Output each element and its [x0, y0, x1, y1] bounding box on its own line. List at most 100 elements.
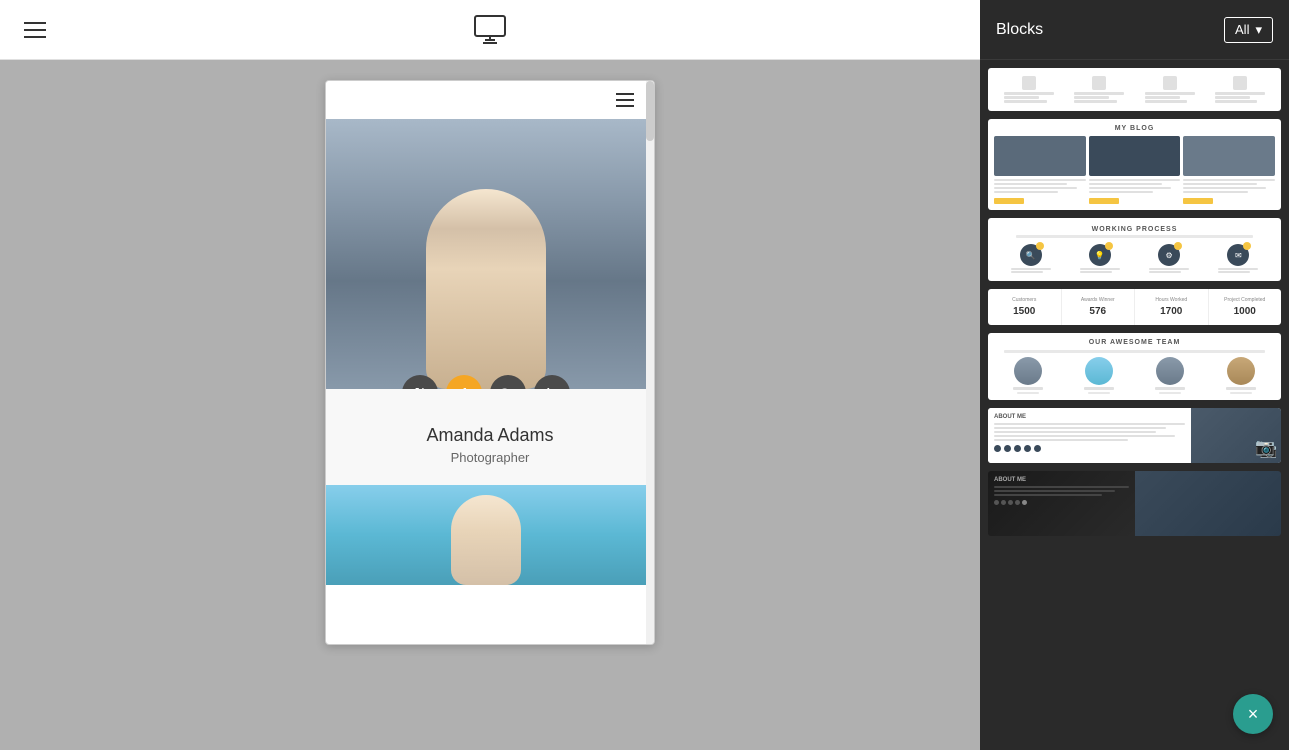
- twitter-icon: 𝕏: [415, 386, 425, 389]
- block-blog[interactable]: MY BLOG: [988, 119, 1281, 210]
- mobile-hamburger-icon: [616, 93, 634, 107]
- about-lines: [994, 423, 1185, 441]
- monitor-icon: [472, 12, 508, 48]
- step-icon: [1092, 76, 1106, 90]
- member-name: [1013, 387, 1043, 390]
- blog-image-2: [1089, 136, 1181, 176]
- step-icon: [1163, 76, 1177, 90]
- process-circle: 💡: [1089, 244, 1111, 266]
- dark-about-title: ABOUT ME: [994, 477, 1129, 483]
- stat-value: 576: [1089, 306, 1106, 317]
- about-social: [994, 445, 1185, 452]
- block-team[interactable]: OUR AWESOME TEAM: [988, 333, 1281, 400]
- process-step-2: 💡: [1080, 244, 1120, 273]
- team-member-4: [1207, 357, 1275, 394]
- filter-label: All: [1235, 22, 1249, 37]
- step-icon: [1022, 76, 1036, 90]
- person-info: Amanda Adams Photographer: [326, 389, 654, 485]
- working-process-title: WORKING PROCESS: [996, 226, 1273, 233]
- chevron-down-icon: ▾: [1255, 22, 1262, 38]
- block-working-process[interactable]: WORKING PROCESS 🔍 💡: [988, 218, 1281, 281]
- linkedin-button[interactable]: in: [534, 375, 570, 389]
- about-title: ABOUT ME: [994, 414, 1185, 420]
- second-person-card: [326, 485, 646, 585]
- mobile-scrollbar-thumb: [646, 81, 654, 141]
- close-icon: ×: [1248, 704, 1259, 725]
- step-icon: [1233, 76, 1247, 90]
- top-bar: [0, 0, 980, 60]
- blog-btn: [994, 198, 1024, 204]
- linkedin-icon: in: [547, 386, 558, 389]
- about-image: 📷: [1191, 408, 1281, 463]
- facebook-button[interactable]: f: [446, 375, 482, 389]
- member-name: [1155, 387, 1185, 390]
- avatar-2: [1085, 357, 1113, 385]
- team-member-3: [1136, 357, 1204, 394]
- process-step-3: ⚙: [1149, 244, 1189, 273]
- blog-label-3: [1183, 179, 1275, 204]
- dark-social-dots: [994, 500, 1129, 505]
- right-panel-header: Blocks All ▾: [980, 0, 1289, 60]
- team-member-2: [1065, 357, 1133, 394]
- process-lines: [1218, 268, 1258, 273]
- step-4: [1215, 76, 1265, 103]
- process-icons: 🔍 💡: [996, 244, 1273, 273]
- dark-about-left: ABOUT ME: [988, 471, 1135, 536]
- social-icons-row: 𝕏 f G+ in: [326, 375, 646, 389]
- step-2: [1074, 76, 1124, 103]
- process-step-4: ✉: [1218, 244, 1258, 273]
- step-lines: [1004, 92, 1054, 103]
- block-stats[interactable]: Customers 1500 Awards Winner 576 Hours W…: [988, 289, 1281, 325]
- member-role: [1159, 392, 1181, 394]
- canvas-area: 𝕏 f G+ in Amanda Adams Photographer: [0, 60, 980, 750]
- blog-btn: [1183, 198, 1213, 204]
- blog-label-2: [1089, 179, 1181, 204]
- person-role: Photographer: [346, 450, 634, 465]
- dark-about-image: [1135, 471, 1282, 536]
- google-icon: G+: [500, 386, 516, 389]
- stat-awards: Awards Winner 576: [1062, 289, 1136, 325]
- stat-value: 1700: [1160, 306, 1182, 317]
- blog-label-1: [994, 179, 1086, 204]
- member-role: [1088, 392, 1110, 394]
- blog-labels: [994, 179, 1275, 204]
- process-circle: 🔍: [1020, 244, 1042, 266]
- block-about-split[interactable]: ABOUT ME 📷: [988, 408, 1281, 463]
- process-lines: [1080, 268, 1120, 273]
- blocks-list: MY BLOG: [980, 60, 1289, 750]
- stat-projects: Project Completed 1000: [1209, 289, 1282, 325]
- google-button[interactable]: G+: [490, 375, 526, 389]
- member-name: [1226, 387, 1256, 390]
- block-about-dark[interactable]: ABOUT ME: [988, 471, 1281, 536]
- stat-label: Hours Worked: [1155, 297, 1187, 303]
- twitter-button[interactable]: 𝕏: [402, 375, 438, 389]
- blocks-title: Blocks: [996, 21, 1043, 39]
- hamburger-icon[interactable]: [24, 22, 46, 38]
- mobile-scrollbar[interactable]: [646, 81, 654, 644]
- blog-btn: [1089, 198, 1119, 204]
- filter-dropdown[interactable]: All ▾: [1224, 17, 1273, 43]
- working-process-subtitle: [1016, 235, 1253, 238]
- stat-customers: Customers 1500: [988, 289, 1062, 325]
- steps-row: [996, 76, 1273, 103]
- blog-images: [994, 136, 1275, 176]
- member-role: [1017, 392, 1039, 394]
- process-lines: [1011, 268, 1051, 273]
- fab-close-button[interactable]: ×: [1233, 694, 1273, 734]
- mobile-preview: 𝕏 f G+ in Amanda Adams Photographer: [325, 80, 655, 645]
- step-lines: [1145, 92, 1195, 103]
- team-title: OUR AWESOME TEAM: [994, 339, 1275, 346]
- stat-label: Awards Winner: [1081, 297, 1115, 303]
- process-lines: [1149, 268, 1189, 273]
- avatar-3: [1156, 357, 1184, 385]
- process-step-1: 🔍: [1011, 244, 1051, 273]
- hero-image: 𝕏 f G+ in: [326, 119, 646, 389]
- blog-title: MY BLOG: [994, 125, 1275, 132]
- stat-label: Customers: [1012, 297, 1036, 303]
- stat-hours: Hours Worked 1700: [1135, 289, 1209, 325]
- step-lines: [1074, 92, 1124, 103]
- block-process-steps[interactable]: [988, 68, 1281, 111]
- avatar-1: [1014, 357, 1042, 385]
- avatar-4: [1227, 357, 1255, 385]
- person-name: Amanda Adams: [346, 425, 634, 446]
